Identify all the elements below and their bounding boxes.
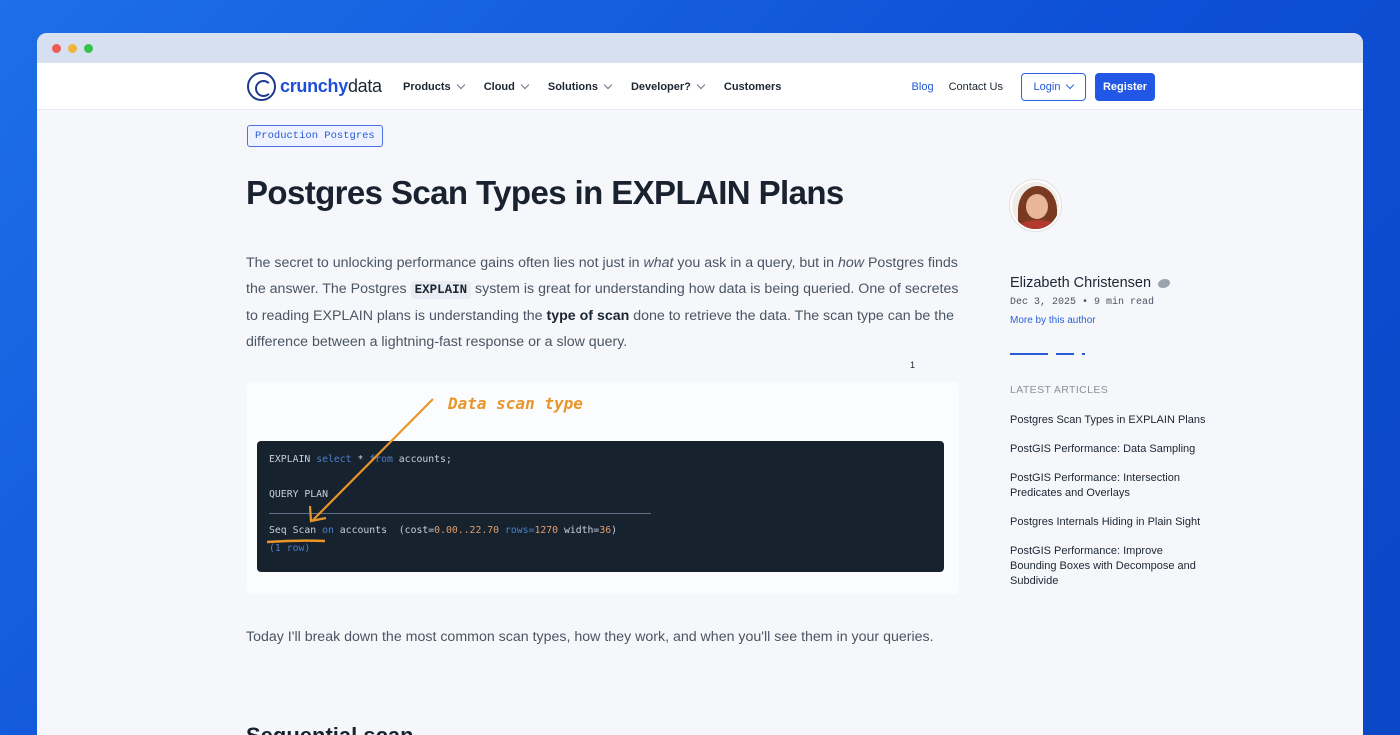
divider-bar (1082, 353, 1085, 355)
terminal-line-1: EXPLAIN select * from accounts; (269, 454, 452, 465)
chevron-down-icon (603, 80, 613, 89)
code-from-keyword: from (369, 454, 393, 465)
menu-solutions-label: Solutions (547, 80, 598, 93)
divider-bar (1056, 353, 1074, 355)
blog-link[interactable]: Blog (912, 81, 934, 93)
article-title: Postgres Scan Types in EXPLAIN Plans (246, 174, 844, 211)
inline-code-explain: EXPLAIN (410, 281, 472, 299)
chevron-down-icon (696, 80, 706, 89)
login-label: Login (1033, 80, 1061, 93)
hippo-logo-icon (247, 72, 276, 101)
top-navigation: crunchydata Products Cloud Solutions Dev… (37, 63, 1363, 110)
code-rows-keyword: rows= (499, 525, 535, 536)
section-heading: Sequential scan (246, 723, 414, 735)
logo-wordmark: crunchydata (280, 76, 382, 97)
code-select-keyword: select (316, 454, 352, 465)
author-name[interactable]: Elizabeth Christensen (1010, 275, 1151, 291)
main-menu: Products Cloud Solutions Developer? Cust… (403, 63, 801, 110)
latest-article-link[interactable]: PostGIS Performance: Improve Bounding Bo… (1010, 544, 1210, 589)
menu-developer[interactable]: Developer? (630, 80, 706, 93)
author-sidebar: Elizabeth Christensen Dec 3, 2025 • 9 mi… (1010, 180, 1240, 603)
menu-cloud-label: Cloud (483, 80, 515, 93)
menu-cloud[interactable]: Cloud (483, 80, 530, 93)
intro-text-1: The secret to unlocking performance gain… (246, 255, 644, 271)
crunchy-data-logo[interactable]: crunchydata (247, 72, 382, 101)
more-by-author-link[interactable]: More by this author (1010, 315, 1240, 326)
menu-customers-label: Customers (723, 80, 782, 93)
intro-emphasis-how: how (838, 255, 865, 271)
terminal-line-3: Seq Scan on accounts (cost=0.00..22.70 r… (269, 525, 617, 536)
twitter-icon[interactable] (1158, 278, 1171, 288)
code-close-paren: ) (611, 525, 618, 536)
code-cost-prefix: accounts (cost= (333, 525, 435, 536)
terminal-line-4: (1 row) (269, 543, 311, 554)
terminal-separator (269, 513, 651, 514)
footnote-marker[interactable]: 1 (910, 360, 915, 370)
code-rows-value: 1270 (534, 525, 559, 536)
latest-article-link[interactable]: Postgres Scan Types in EXPLAIN Plans (1010, 413, 1210, 428)
author-avatar[interactable] (1010, 180, 1061, 231)
menu-products[interactable]: Products (403, 80, 465, 93)
menu-solutions[interactable]: Solutions (547, 80, 613, 93)
code-width-keyword: width= (558, 525, 600, 536)
logo-word-crunchy: crunchy (280, 76, 348, 96)
terminal-line-2: QUERY PLAN (269, 489, 328, 500)
terminal-code-block: EXPLAIN select * from accounts; QUERY PL… (257, 441, 944, 572)
latest-article-link[interactable]: PostGIS Performance: Data Sampling (1010, 442, 1210, 457)
latest-articles-list: Postgres Scan Types in EXPLAIN Plans Pos… (1010, 413, 1240, 589)
article-meta: Dec 3, 2025 • 9 min read (1010, 297, 1155, 308)
close-window-dot[interactable] (52, 43, 61, 53)
body-paragraph: Today I'll break down the most common sc… (246, 629, 934, 645)
code-seq-scan: Seq Scan (269, 525, 323, 536)
contact-us-link[interactable]: Contact Us (949, 81, 1003, 93)
divider-bar (1010, 353, 1048, 355)
intro-paragraph: The secret to unlocking performance gain… (246, 250, 964, 355)
intro-strong-type-of-scan: type of scan (546, 308, 630, 324)
register-button[interactable]: Register (1095, 72, 1155, 101)
browser-window: crunchydata Products Cloud Solutions Dev… (37, 33, 1363, 735)
menu-developer-label: Developer? (630, 80, 691, 93)
explain-plan-figure: Data scan type EXPLAIN select * from acc… (247, 382, 959, 594)
category-tag[interactable]: Production Postgres (247, 125, 383, 147)
sidebar-divider (1010, 353, 1240, 355)
intro-text-2: you ask in a query, but in (673, 255, 838, 271)
latest-articles-heading: LATEST ARTICLES (1010, 384, 1109, 396)
chevron-down-icon (456, 80, 465, 89)
window-titlebar (37, 33, 1363, 63)
latest-article-link[interactable]: PostGIS Performance: Intersection Predic… (1010, 471, 1210, 501)
chevron-down-icon (520, 80, 530, 89)
minimize-window-dot[interactable] (68, 43, 77, 53)
code-star: * (351, 454, 370, 465)
figure-annotation: Data scan type (448, 394, 583, 413)
latest-article-link[interactable]: Postgres Internals Hiding in Plain Sight (1010, 515, 1210, 530)
chevron-down-icon (1066, 80, 1075, 89)
intro-emphasis-what: what (643, 255, 674, 271)
author-name-row: Elizabeth Christensen (1010, 275, 1240, 291)
logo-word-data: data (347, 76, 382, 96)
code-explain-keyword: EXPLAIN (269, 454, 317, 465)
code-table-name: accounts; (392, 454, 452, 465)
code-cost-value: 0.00..22.70 (434, 525, 500, 536)
menu-customers[interactable]: Customers (724, 81, 781, 93)
nav-actions: Blog Contact Us Login Register (912, 63, 1155, 110)
code-width-value: 36 (599, 525, 612, 536)
login-button[interactable]: Login (1021, 72, 1086, 101)
maximize-window-dot[interactable] (84, 43, 93, 53)
code-on-keyword: on (322, 525, 334, 536)
menu-products-label: Products (403, 80, 451, 93)
